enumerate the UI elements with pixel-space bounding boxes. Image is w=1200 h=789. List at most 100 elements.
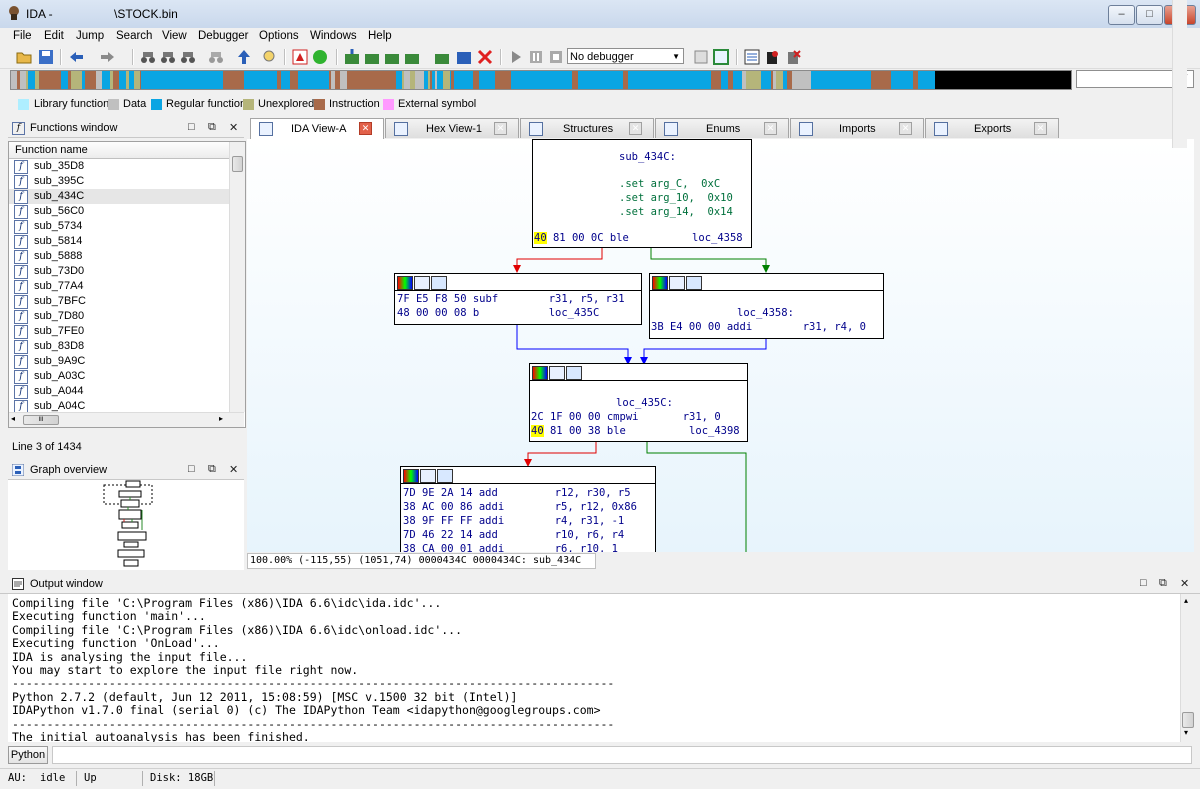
scroll-right-icon[interactable]: ▸ (219, 414, 223, 423)
float-icon[interactable]: ⧉ (208, 121, 216, 134)
float-icon[interactable]: ⧉ (208, 463, 216, 476)
menu-options[interactable]: Options (259, 30, 299, 42)
breakpoint-list-icon[interactable] (744, 49, 760, 65)
undefine-icon[interactable] (477, 49, 493, 65)
open-file-icon[interactable] (16, 49, 32, 65)
column-header-function-name[interactable]: Function name (9, 142, 229, 159)
green-ball-icon[interactable] (312, 49, 328, 65)
group-node-icon[interactable] (566, 366, 582, 380)
color-node-icon[interactable] (652, 276, 668, 290)
menu-jump[interactable]: Jump (76, 30, 104, 42)
scroll-left-icon[interactable]: ◂ (11, 414, 15, 423)
tab-structures[interactable]: Structures ✕ (520, 118, 654, 138)
data-icon[interactable] (364, 49, 380, 65)
binoculars-text-icon[interactable] (140, 49, 156, 65)
navigation-band[interactable] (10, 70, 1072, 90)
maximize-button[interactable]: □ (1136, 5, 1163, 25)
function-list-item[interactable]: f sub_83D8 (9, 339, 229, 354)
struct-icon[interactable] (456, 49, 472, 65)
group-node-icon[interactable] (437, 469, 453, 483)
code-icon[interactable] (344, 49, 360, 65)
rename-node-icon[interactable] (414, 276, 430, 290)
close-icon[interactable]: ✕ (494, 122, 507, 135)
color-node-icon[interactable] (403, 469, 419, 483)
stop-icon[interactable] (548, 49, 564, 65)
menu-view[interactable]: View (162, 30, 187, 42)
output-vertical-scrollbar[interactable]: ▴ ▾ (1180, 594, 1195, 742)
scroll-thumb[interactable]: III (23, 415, 59, 425)
debugger-select[interactable]: No debugger ▼ (567, 48, 684, 64)
trace-icon[interactable] (713, 49, 729, 65)
function-list-item[interactable]: f sub_7FE0 (9, 324, 229, 339)
up-arrow-icon[interactable] (236, 49, 252, 65)
function-list-item[interactable]: f sub_73D0 (9, 264, 229, 279)
minimize-button[interactable]: – (1108, 5, 1135, 25)
tab-enums[interactable]: Enums ✕ (655, 118, 789, 138)
vertical-scrollbar[interactable] (229, 142, 245, 412)
close-icon[interactable]: ✕ (359, 122, 372, 135)
close-icon[interactable]: ✕ (764, 122, 777, 135)
restore-icon[interactable]: □ (188, 121, 195, 133)
graph-overview-canvas[interactable] (8, 480, 244, 570)
menu-file[interactable]: File (13, 30, 32, 42)
color-node-icon[interactable] (532, 366, 548, 380)
function-list-item[interactable]: f sub_395C (9, 174, 229, 189)
menu-debugger[interactable]: Debugger (198, 30, 249, 42)
function-list-item[interactable]: f sub_56C0 (9, 204, 229, 219)
tab-imports[interactable]: Imports ✕ (790, 118, 924, 138)
functions-list[interactable]: Function name f sub_35D8 f sub_395C f sub_434… (8, 141, 246, 428)
rename-node-icon[interactable] (420, 469, 436, 483)
output-text-area[interactable]: Compiling file 'C:\Program Files (x86)\I… (8, 0, 1187, 742)
function-list-item[interactable]: f sub_77A4 (9, 279, 229, 294)
string-icon[interactable] (384, 49, 400, 65)
float-icon[interactable]: ⧉ (1159, 577, 1167, 590)
close-icon[interactable]: ✕ (899, 122, 912, 135)
step-icon[interactable] (693, 49, 709, 65)
close-icon[interactable]: ✕ (229, 463, 238, 476)
graph-node-sub-434c[interactable]: sub_434C: .set arg_C, 0xC .set arg_10, 0… (532, 139, 752, 248)
binoculars-icon[interactable] (208, 49, 224, 65)
close-icon[interactable]: ✕ (1034, 122, 1047, 135)
horizontal-scrollbar[interactable]: ◂ III ▸ (9, 412, 244, 427)
delete-breakpoint-icon[interactable] (785, 49, 801, 65)
search-icon[interactable] (262, 49, 278, 65)
binoculars-binary-icon[interactable] (180, 49, 196, 65)
start-debug-icon[interactable] (508, 49, 524, 65)
function-list-item[interactable]: f sub_A044 (9, 384, 229, 399)
group-node-icon[interactable] (431, 276, 447, 290)
close-icon[interactable]: ✕ (229, 121, 238, 134)
function-list-item[interactable]: f sub_35D8 (9, 159, 229, 174)
close-icon[interactable]: ✕ (1180, 577, 1189, 590)
menu-windows[interactable]: Windows (310, 30, 357, 42)
function-list-item[interactable]: f sub_7BFC (9, 294, 229, 309)
rename-node-icon[interactable] (669, 276, 685, 290)
restore-icon[interactable]: □ (188, 463, 195, 475)
scroll-thumb[interactable] (1182, 712, 1194, 728)
function-list-item[interactable]: f sub_434C (9, 189, 229, 204)
scroll-up-icon[interactable]: ▴ (1184, 596, 1188, 605)
python-command-input[interactable] (52, 746, 1192, 764)
python-button[interactable]: Python (8, 746, 48, 764)
menu-search[interactable]: Search (116, 30, 152, 42)
graph-node-loc-435c[interactable]: loc_435C: 2C 1F 00 00 cmpwi r31, 0 40 81… (529, 363, 748, 442)
group-node-icon[interactable] (686, 276, 702, 290)
tab-ida-view-a[interactable]: IDA View-A ✕ (250, 118, 384, 139)
binoculars-next-icon[interactable] (160, 49, 176, 65)
function-list-item[interactable]: f sub_5814 (9, 234, 229, 249)
function-list-item[interactable]: f sub_5888 (9, 249, 229, 264)
rename-node-icon[interactable] (549, 366, 565, 380)
array-icon[interactable] (404, 49, 420, 65)
graph-node-subf[interactable]: 7F E5 F8 50 subf r31, r5, r31 48 00 00 0… (394, 273, 642, 325)
offset-icon[interactable] (434, 49, 450, 65)
function-list-item[interactable]: f sub_A03C (9, 369, 229, 384)
menu-help[interactable]: Help (368, 30, 392, 42)
graph-node-loc-4358[interactable]: loc_4358: 3B E4 00 00 addi r31, r4, 0 (649, 273, 884, 339)
menu-edit[interactable]: Edit (44, 30, 64, 42)
function-list-item[interactable]: f sub_7D80 (9, 309, 229, 324)
restore-icon[interactable]: □ (1140, 577, 1147, 589)
back-arrow-icon[interactable] (68, 49, 84, 65)
tab-hex-view[interactable]: Hex View-1 ✕ (385, 118, 519, 138)
scroll-down-icon[interactable]: ▾ (1184, 728, 1188, 737)
graph-view-icon[interactable] (292, 49, 308, 65)
function-list-item[interactable]: f sub_5734 (9, 219, 229, 234)
